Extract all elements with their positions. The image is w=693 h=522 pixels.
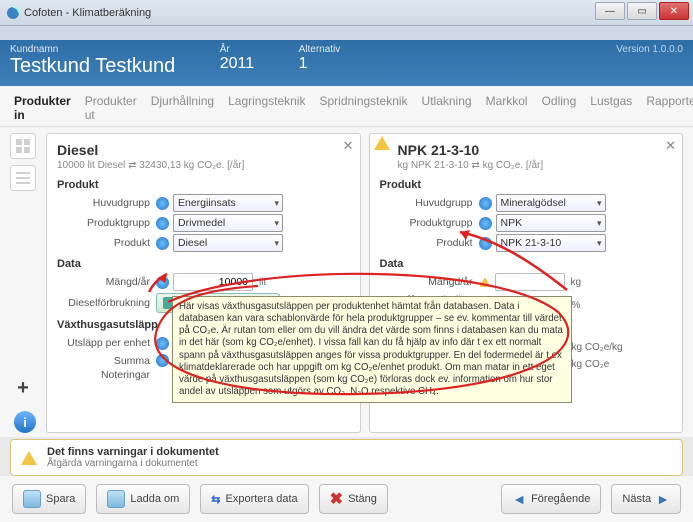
panel-title: NPK 21-3-10 bbox=[398, 142, 673, 158]
produkt-combo[interactable]: NPK 21-3-10 bbox=[496, 234, 606, 252]
produktgrupp-label: Produktgrupp bbox=[57, 217, 152, 229]
produktgrupp-combo[interactable]: NPK bbox=[496, 214, 606, 232]
produktgrupp-combo[interactable]: Drivmedel bbox=[173, 214, 283, 232]
warning-banner[interactable]: Det finns varningar i dokumentet Åtgärda… bbox=[10, 439, 683, 476]
noter-label: Noteringar bbox=[57, 369, 152, 381]
add-panel-button[interactable]: + bbox=[10, 375, 36, 401]
close-icon: ✖ bbox=[330, 489, 343, 509]
tab-utlakning[interactable]: Utlakning bbox=[422, 94, 472, 122]
mangd-label: Mängd/år bbox=[57, 276, 152, 288]
app-icon bbox=[6, 6, 20, 20]
huvudgrupp-combo[interactable]: Mineralgödsel bbox=[496, 194, 606, 212]
mangd-unit: lit bbox=[259, 277, 266, 288]
panel-subline: 10000 lit Diesel ⇄ 32430,13 kg CO₂e. [/å… bbox=[57, 160, 350, 171]
info-icon[interactable] bbox=[156, 337, 169, 350]
database-icon bbox=[107, 490, 125, 508]
header-band: Kundnamn Testkund Testkund År 2011 Alter… bbox=[0, 40, 693, 86]
close-button[interactable]: ✖Stäng bbox=[319, 484, 388, 514]
mangd-label: Mängd/år bbox=[380, 276, 475, 288]
close-icon[interactable]: ✕ bbox=[343, 138, 354, 154]
warning-sub: Åtgärda varningarna i dokumentet bbox=[47, 458, 219, 469]
info-icon[interactable] bbox=[479, 197, 492, 210]
version-label: Version 1.0.0.0 bbox=[616, 44, 683, 55]
window-close-button[interactable]: ✕ bbox=[659, 2, 689, 20]
info-icon[interactable] bbox=[156, 276, 169, 289]
window-minimize-button[interactable]: — bbox=[595, 2, 625, 20]
reload-button[interactable]: Ladda om bbox=[96, 484, 190, 514]
prev-button[interactable]: ◄Föregående bbox=[501, 484, 601, 514]
info-button[interactable]: i bbox=[14, 411, 36, 433]
tab-produkter-in[interactable]: Produkter in bbox=[14, 94, 71, 122]
close-icon[interactable]: ✕ bbox=[665, 138, 676, 154]
section-product: Produkt bbox=[57, 179, 350, 191]
panel-subline: kg NPK 21-3-10 ⇄ kg CO₂e. [/år] bbox=[398, 160, 673, 171]
summa-unit: kg CO₂e bbox=[572, 359, 610, 370]
tab-lustgas[interactable]: Lustgas bbox=[590, 94, 632, 122]
produkt-label: Produkt bbox=[57, 237, 152, 249]
panel-title: Diesel bbox=[57, 142, 350, 158]
info-icon[interactable] bbox=[156, 217, 169, 230]
export-icon: ⇆ bbox=[211, 493, 220, 506]
warning-icon bbox=[374, 136, 390, 150]
section-product: Produkt bbox=[380, 179, 673, 191]
produkt-combo[interactable]: Diesel bbox=[173, 234, 283, 252]
info-icon[interactable] bbox=[156, 354, 169, 367]
tab-produkter-ut[interactable]: Produkter ut bbox=[85, 94, 137, 122]
tab-markkol[interactable]: Markkol bbox=[486, 94, 528, 122]
export-button[interactable]: ⇆Exportera data bbox=[200, 484, 308, 514]
tab-djurhallning[interactable]: Djurhållning bbox=[151, 94, 214, 122]
ar-label: År bbox=[220, 44, 254, 55]
ar-value: 2011 bbox=[220, 55, 254, 73]
utslapp-label: Utsläpp per enhet bbox=[57, 337, 152, 349]
info-icon[interactable] bbox=[156, 237, 169, 250]
mangd-input[interactable] bbox=[173, 273, 253, 291]
info-icon[interactable] bbox=[156, 197, 169, 210]
huvudgrupp-label: Huvudgrupp bbox=[57, 197, 152, 209]
grid-view-icon[interactable] bbox=[10, 133, 36, 159]
huvudgrupp-combo[interactable]: Energiinsats bbox=[173, 194, 283, 212]
window-maximize-button[interactable]: ▭ bbox=[627, 2, 657, 20]
save-button[interactable]: Spara bbox=[12, 484, 86, 514]
database-icon bbox=[23, 490, 41, 508]
tab-rapporter[interactable]: Rapporter bbox=[646, 94, 693, 122]
mangd-input[interactable] bbox=[495, 273, 565, 291]
chevron-right-icon: ► bbox=[656, 491, 670, 507]
ribbon-strip bbox=[0, 26, 693, 40]
titlebar: Cofoten - Klimatberäkning — ▭ ✕ bbox=[0, 0, 693, 26]
dieself-label: Dieselförbrukning bbox=[57, 297, 152, 309]
alt-value: 1 bbox=[299, 55, 341, 73]
tabs: Produkter in Produkter ut Djurhållning L… bbox=[0, 86, 693, 127]
konc-unit: % bbox=[572, 300, 581, 311]
info-icon[interactable] bbox=[479, 217, 492, 230]
next-button[interactable]: Nästa► bbox=[611, 484, 681, 514]
list-view-icon[interactable] bbox=[10, 165, 36, 191]
section-data: Data bbox=[380, 258, 673, 270]
produkt-label: Produkt bbox=[380, 237, 475, 249]
kundnamn-label: Kundnamn bbox=[10, 44, 175, 55]
bottom-bar: Spara Ladda om ⇆Exportera data ✖Stäng ◄F… bbox=[0, 476, 693, 522]
warning-icon bbox=[479, 277, 490, 287]
tooltip: Här visas växthusgasutsläppen per produk… bbox=[172, 296, 572, 403]
huvudgrupp-label: Huvudgrupp bbox=[380, 197, 475, 209]
tab-lagringsteknik[interactable]: Lagringsteknik bbox=[228, 94, 305, 122]
chevron-left-icon: ◄ bbox=[512, 491, 526, 507]
produktgrupp-label: Produktgrupp bbox=[380, 217, 475, 229]
warning-title: Det finns varningar i dokumentet bbox=[47, 446, 219, 458]
tab-spridningsteknik[interactable]: Spridningsteknik bbox=[319, 94, 407, 122]
alt-label: Alternativ bbox=[299, 44, 341, 55]
tab-odling[interactable]: Odling bbox=[542, 94, 577, 122]
utslapp-unit: kg CO₂e/kg bbox=[572, 342, 623, 353]
summa-label: Summa bbox=[57, 355, 152, 367]
warning-icon bbox=[21, 451, 37, 465]
section-data: Data bbox=[57, 258, 350, 270]
mangd-unit: kg bbox=[571, 277, 582, 288]
side-icon-rail: + i bbox=[10, 133, 40, 433]
window-title: Cofoten - Klimatberäkning bbox=[24, 7, 151, 19]
customer-name: Testkund Testkund bbox=[10, 55, 175, 78]
info-icon[interactable] bbox=[479, 237, 492, 250]
